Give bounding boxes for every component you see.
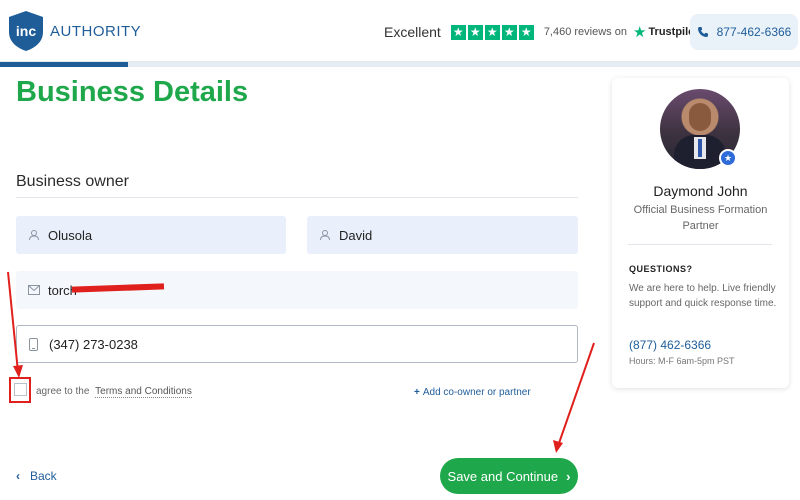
back-label: Back (30, 469, 57, 483)
section-title: Business owner (16, 173, 129, 190)
logo-brand-text: AUTHORITY (50, 22, 142, 40)
phone-value: (347) 273-0238 (49, 336, 138, 352)
chevron-left-icon: ‹ (16, 469, 20, 483)
support-hours: Hours: M-F 6am-5pm PST (629, 356, 735, 366)
user-icon (319, 229, 331, 241)
header-phone-number: 877-462-6366 (716, 25, 792, 39)
phone-field[interactable]: (347) 273-0238 (16, 325, 578, 363)
star-icon: ★ (450, 24, 466, 40)
rating-label: Excellent (384, 24, 441, 40)
save-and-continue-button[interactable]: Save and Continue › (440, 458, 578, 494)
logo-inc-text: inc (16, 23, 36, 39)
add-coowner-link[interactable]: + Add co-owner or partner (414, 387, 531, 398)
star-icon: ★ (518, 24, 534, 40)
rating-stars: ★ ★ ★ ★ ★ (450, 24, 534, 40)
verified-star-icon: ★ (719, 149, 737, 167)
phone-icon (697, 27, 708, 37)
first-name-value: Olusola (48, 227, 93, 243)
trustpilot-rating[interactable]: Excellent ★ ★ ★ ★ ★ 7,460 reviews on ★ T… (384, 23, 699, 41)
terms-prefix: agree to the (36, 386, 90, 397)
reviews-count: 7,460 reviews on (543, 26, 627, 38)
star-icon: ★ (501, 24, 517, 40)
terms-label: agree to the Terms and Conditions (36, 386, 192, 398)
back-link[interactable]: ‹ Back (16, 469, 57, 483)
last-name-value: David (339, 227, 373, 243)
star-icon: ★ (467, 24, 483, 40)
plus-icon: + (414, 387, 420, 398)
annotation-highlight-box (9, 377, 31, 403)
save-label: Save and Continue (447, 468, 559, 484)
mail-icon (28, 285, 40, 295)
advisor-role: Official Business Formation Partner (633, 204, 768, 232)
last-name-field[interactable]: David (307, 216, 578, 254)
advisor-name: Daymond John (653, 183, 748, 199)
star-icon: ★ (484, 24, 500, 40)
terms-link[interactable]: Terms and Conditions (95, 386, 192, 398)
progress-fill (0, 62, 128, 67)
trustpilot-star-icon: ★ (632, 24, 647, 41)
site-header: inc AUTHORITY Excellent ★ ★ ★ ★ ★ 7,460 … (0, 0, 800, 62)
shield-logo-icon: inc (9, 11, 43, 51)
mobile-icon (29, 337, 41, 351)
chevron-right-icon: › (566, 468, 571, 484)
logo[interactable]: inc AUTHORITY (6, 10, 141, 52)
add-coowner-label: Add co-owner or partner (422, 387, 531, 398)
progress-bar (0, 62, 800, 67)
section-divider (16, 197, 578, 198)
advisor-card: ★ Daymond John Official Business Formati… (612, 78, 789, 388)
questions-title: QUESTIONS? (629, 264, 693, 274)
sidebar-phone-link[interactable]: (877) 462-6366 (629, 338, 711, 352)
questions-text: We are here to help. Live friendly suppo… (629, 283, 777, 309)
first-name-field[interactable]: Olusola (16, 216, 286, 254)
user-icon (28, 229, 40, 241)
page-title: Business Details (16, 76, 249, 108)
card-divider (628, 244, 772, 245)
header-phone-button[interactable]: 877-462-6366 (690, 14, 798, 50)
